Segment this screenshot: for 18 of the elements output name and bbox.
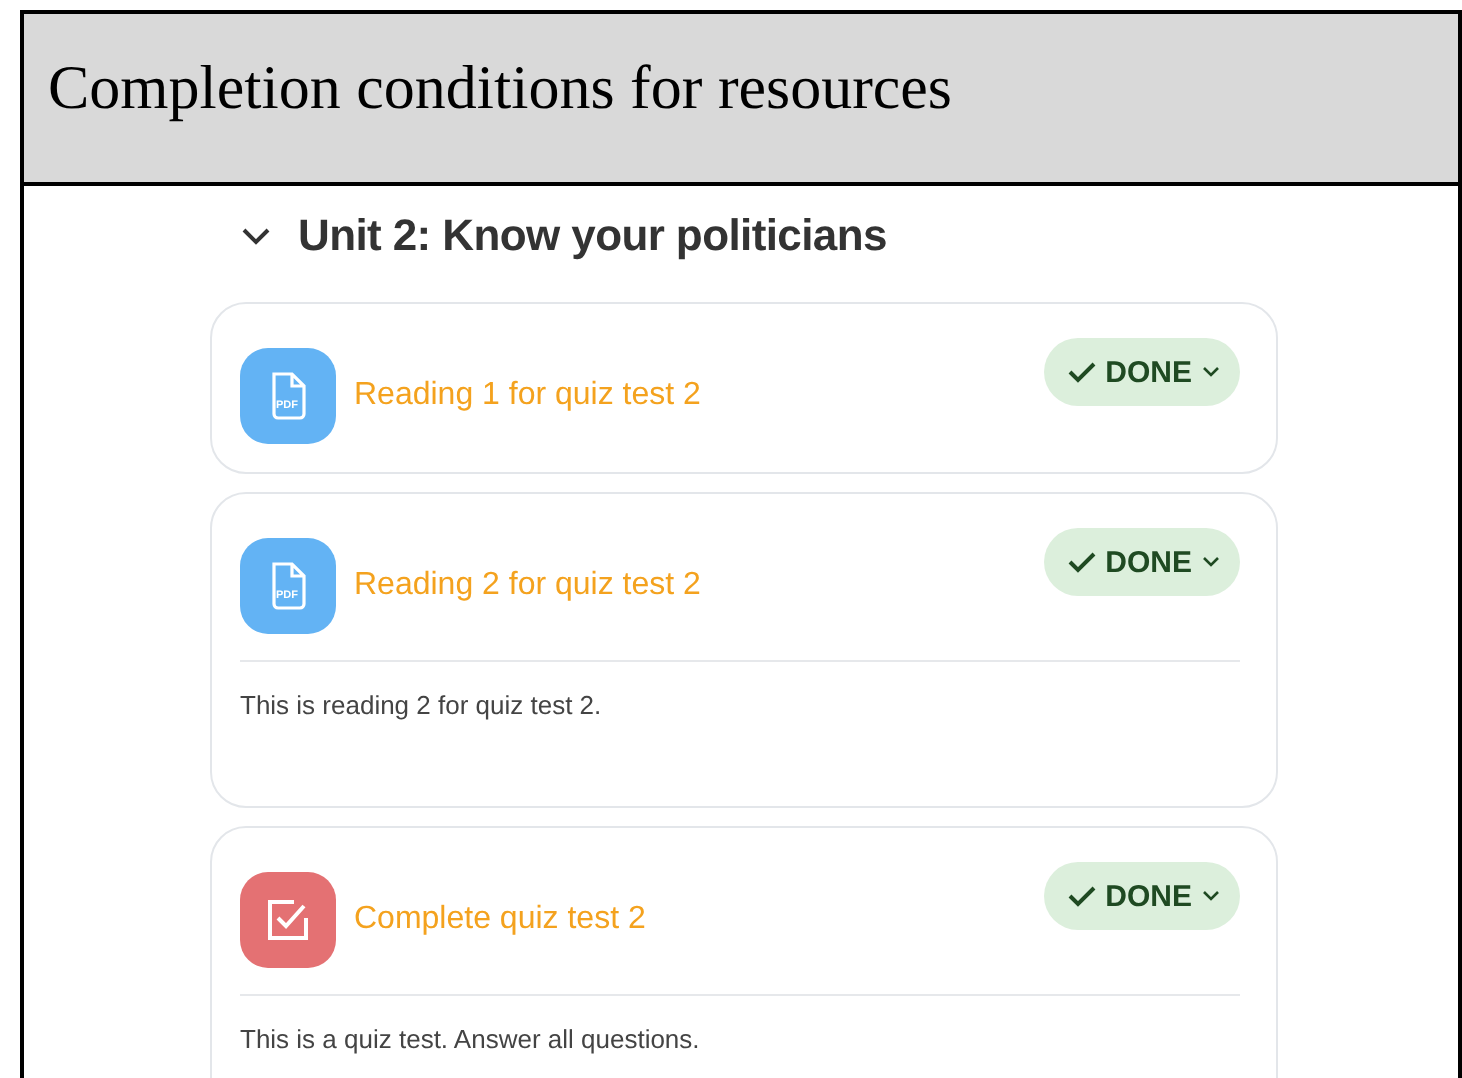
activity-link[interactable]: Reading 2 for quiz test 2	[354, 568, 1026, 604]
collapse-icon[interactable]	[242, 227, 270, 245]
section-title[interactable]: Unit 2: Know your politicians	[298, 210, 887, 262]
check-icon	[1067, 551, 1096, 573]
caret-icon	[1202, 890, 1220, 902]
caret-icon	[1202, 556, 1220, 568]
completion-dropdown[interactable]: DONE	[1043, 862, 1240, 930]
checkbox-icon[interactable]	[240, 872, 336, 968]
caret-icon	[1202, 366, 1220, 378]
check-icon	[1067, 361, 1096, 383]
activity-link[interactable]: Reading 1 for quiz test 2	[354, 378, 1026, 414]
page-title: Completion conditions for resources	[48, 52, 952, 124]
check-icon	[1067, 885, 1096, 907]
activity-link[interactable]: Complete quiz test 2	[354, 902, 1026, 938]
completion-dropdown[interactable]: DONE	[1043, 338, 1240, 406]
activity-description: This is reading 2 for quiz test 2.	[240, 660, 1240, 720]
completion-dropdown[interactable]: DONE	[1043, 528, 1240, 596]
activity-description: This is a quiz test. Answer all questions.	[240, 994, 1240, 1054]
